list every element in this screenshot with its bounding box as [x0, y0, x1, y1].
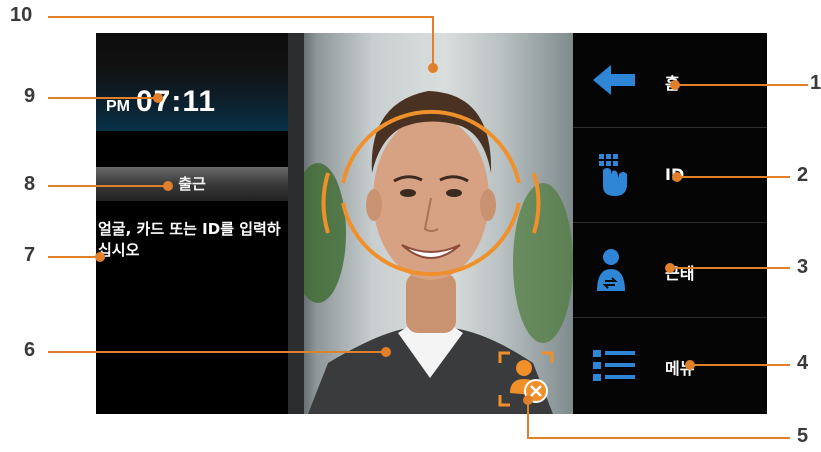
menu-item-home[interactable]: 홈	[573, 33, 767, 128]
arrow-left-icon	[593, 65, 635, 95]
callout-number-8: 8	[24, 173, 36, 195]
callout-number-10: 10	[10, 4, 33, 26]
face-detection-status-icon	[498, 351, 554, 407]
menu-label-attendance: 근태	[665, 264, 695, 283]
menu-label-home: 홈	[665, 74, 680, 93]
clock-time: 07:11	[136, 85, 217, 118]
side-menu: 홈 ID 근태 메뉴	[573, 33, 767, 414]
callout-number-1: 1	[810, 72, 821, 94]
callout-number-4: 4	[797, 352, 809, 374]
clock-ampm: PM	[106, 98, 130, 115]
device-screen: PM 07:11 출근 얼굴, 카드 또는 ID를 입력하십시오 홈 ID 근태…	[96, 33, 767, 414]
attendance-person-icon	[597, 249, 625, 291]
status-panel: PM 07:11 출근 얼굴, 카드 또는 ID를 입력하십시오	[96, 33, 288, 414]
camera-view	[288, 33, 573, 414]
menu-label-menu: 메뉴	[665, 359, 695, 378]
callout-number-7: 7	[24, 244, 36, 266]
callout-number-9: 9	[24, 85, 36, 107]
keypad-touch-icon	[599, 154, 627, 196]
clock-bar: PM 07:11	[96, 33, 288, 131]
callout-number-6: 6	[24, 339, 36, 361]
callout-number-2: 2	[797, 164, 809, 186]
list-menu-icon	[593, 350, 635, 381]
instruction-message: 얼굴, 카드 또는 ID를 입력하십시오	[98, 220, 281, 259]
menu-item-id[interactable]: ID	[573, 128, 767, 223]
menu-item-menu[interactable]: 메뉴	[573, 318, 767, 412]
attendance-mode-bar: 출근	[96, 167, 288, 201]
menu-label-id: ID	[665, 165, 685, 184]
callout-number-5: 5	[797, 425, 809, 447]
clock: PM 07:11	[106, 85, 216, 119]
menu-item-attendance[interactable]: 근태	[573, 223, 767, 318]
callout-number-3: 3	[797, 256, 809, 278]
